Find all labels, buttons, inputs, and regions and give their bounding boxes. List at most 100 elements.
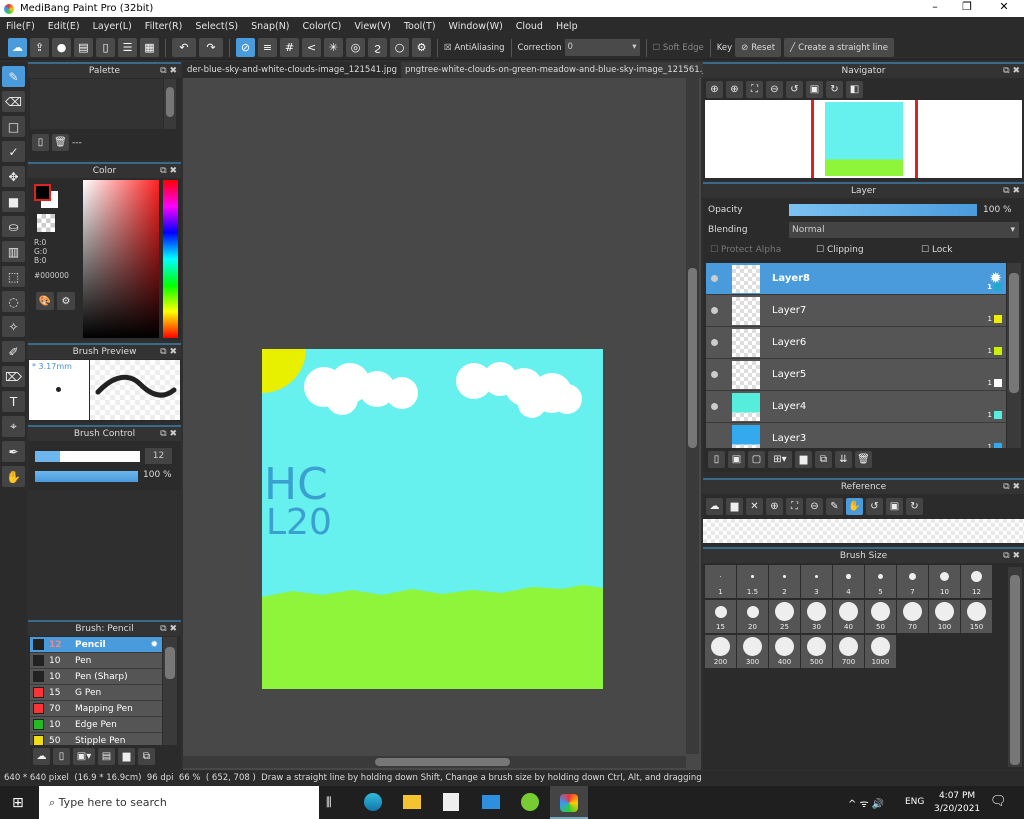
brush-size-option[interactable]: 3 (801, 565, 832, 598)
brush-size-option[interactable]: 300 (737, 635, 768, 668)
snap-settings-icon[interactable]: ⚙ (412, 38, 431, 57)
brush-size-option[interactable]: 1000 (865, 635, 896, 668)
app-green-icon[interactable] (521, 793, 539, 811)
hand-icon[interactable]: ✋ (846, 498, 863, 515)
curve-snap-icon[interactable]: ϩ (368, 38, 387, 57)
menu-item[interactable]: Layer(L) (93, 21, 132, 32)
menu-item[interactable]: View(V) (354, 21, 390, 32)
blending-select[interactable]: Normal ▾ (789, 222, 1019, 238)
brush-size-option[interactable]: 30 (801, 600, 832, 633)
add-layer-menu-icon[interactable]: ⊞▾ (768, 451, 792, 468)
eyedropper-icon[interactable]: ✎ (826, 498, 843, 515)
share-icon[interactable]: ⇪ (30, 38, 49, 57)
palette-scrollbar[interactable] (164, 79, 176, 129)
brush-size-scrollbar[interactable] (1008, 567, 1022, 767)
navigator-preview[interactable] (705, 100, 1022, 178)
visibility-icon[interactable] (711, 307, 718, 314)
notifications-icon[interactable]: 🗨 (990, 794, 1007, 809)
menu-item[interactable]: Select(S) (195, 21, 238, 32)
grid-icon[interactable]: ▦ (140, 38, 159, 57)
layer-folder-icon[interactable]: ▆ (795, 451, 812, 468)
new-layer-icon[interactable]: ▯ (708, 451, 725, 468)
panel-close-icon[interactable]: ⧉ ✖ (160, 622, 177, 636)
transparent-color-swatch[interactable] (37, 214, 55, 232)
new-8bit-layer-icon[interactable]: ▣ (728, 451, 745, 468)
cloud-brush-icon[interactable]: ☁ (33, 748, 50, 765)
brush-item[interactable]: 15 G Pen (30, 685, 162, 701)
brush-size-option[interactable]: 15 (705, 600, 736, 633)
ellipse-snap-icon[interactable]: ○ (390, 38, 409, 57)
menu-item[interactable]: Tool(T) (404, 21, 436, 32)
cross-snap-icon[interactable]: # (280, 38, 299, 57)
panel-close-icon[interactable]: ⧉ ✖ (1003, 480, 1020, 494)
panel-close-icon[interactable]: ⧉ ✖ (1003, 64, 1020, 78)
system-tray-icons[interactable]: ^ ᯤ 🔊 (848, 796, 884, 810)
antialiasing-checkbox[interactable]: ☒ AntiAliasing (444, 43, 505, 53)
language-indicator[interactable]: ENG (905, 797, 924, 807)
brush-size-slider[interactable] (35, 451, 140, 462)
rectangle-icon[interactable]: □ (2, 116, 25, 137)
windows-start-icon[interactable]: ⊞ (12, 795, 24, 811)
brush-size-option[interactable]: 200 (705, 635, 736, 668)
zoom-icon[interactable]: ⊕ (706, 81, 723, 98)
new-1bit-layer-icon[interactable]: ▢ (748, 451, 765, 468)
pen-icon[interactable]: ✎ (2, 66, 25, 87)
zoom-in-icon[interactable]: ⊕ (726, 81, 743, 98)
duplicate-brush-icon[interactable]: ⧉ (138, 748, 155, 765)
divide-icon[interactable]: ⌖ (2, 416, 25, 437)
brush-item[interactable]: 12 Pencil ✹ (30, 637, 162, 653)
vanishing-point-icon[interactable]: < (302, 38, 321, 57)
brush-list-scrollbar[interactable] (163, 637, 177, 745)
message-icon[interactable]: ▤ (74, 38, 93, 57)
brush-size-option[interactable]: 50 (865, 600, 896, 633)
layer-item[interactable]: Layer4 1 (706, 391, 1006, 423)
list-icon[interactable]: ☰ (118, 38, 137, 57)
rotate-right-icon[interactable]: ↻ (906, 498, 923, 515)
reset-rotation-icon[interactable]: ▣ (886, 498, 903, 515)
close-button[interactable]: ✕ (987, 0, 1021, 13)
brush-size-option[interactable]: 1.5 (737, 565, 768, 598)
panel-close-icon[interactable]: ⧉ ✖ (160, 427, 177, 441)
visibility-icon[interactable] (711, 339, 718, 346)
canvas-vertical-scrollbar[interactable] (686, 78, 699, 754)
brush-item[interactable]: 10 Pen (30, 653, 162, 669)
canvas-horizontal-scrollbar[interactable] (183, 756, 686, 768)
brush-size-option[interactable]: 25 (769, 600, 800, 633)
comment-icon[interactable]: ● (52, 38, 71, 57)
zoom-in-icon[interactable]: ⊕ (766, 498, 783, 515)
brush-folder-icon[interactable]: ▆ (118, 748, 135, 765)
mail-icon[interactable] (482, 795, 500, 809)
radial-snap-icon[interactable]: ✳ (324, 38, 343, 57)
create-straight-line-button[interactable]: ╱ Create a straight line (784, 38, 894, 57)
panel-close-icon[interactable]: ⧉ ✖ (160, 64, 177, 78)
layer-item[interactable]: Layer5 1 (706, 359, 1006, 391)
file-explorer-icon[interactable] (403, 795, 421, 809)
bucket-icon[interactable]: ⛀ (2, 216, 25, 237)
protect-alpha-checkbox[interactable]: ☐ Protect Alpha (710, 245, 781, 255)
add-brush-menu-icon[interactable]: ▣▾ (73, 748, 95, 765)
select-pen-icon[interactable]: ✐ (2, 341, 25, 362)
brush-opacity-slider[interactable] (35, 471, 138, 482)
store-icon[interactable] (443, 793, 459, 811)
visibility-icon[interactable] (711, 403, 718, 410)
brush-size-option[interactable]: 150 (961, 600, 992, 633)
clock[interactable]: 4:07 PM 3/20/2021 (934, 790, 980, 816)
text-icon[interactable]: T (2, 391, 25, 412)
cloud-reference-icon[interactable]: ☁ (706, 498, 723, 515)
rotate-left-icon[interactable]: ↺ (866, 498, 883, 515)
duplicate-layer-icon[interactable]: ⧉ (815, 451, 832, 468)
minimize-button[interactable]: – (918, 0, 952, 13)
eyedropper-icon[interactable]: ✒ (2, 441, 25, 462)
fill-rect-icon[interactable]: ■ (2, 191, 25, 212)
palette-icon[interactable]: 🎨 (36, 292, 54, 310)
visibility-icon[interactable] (711, 371, 718, 378)
visibility-icon[interactable] (711, 275, 718, 282)
gradient-icon[interactable]: ▥ (2, 241, 25, 262)
layer-scrollbar[interactable] (1007, 263, 1021, 448)
maximize-button[interactable]: ❐ (950, 0, 984, 13)
add-brush-icon[interactable]: ▯ (53, 748, 70, 765)
menu-item[interactable]: Cloud (516, 21, 543, 32)
brush-settings-icon[interactable]: ▤ (98, 748, 115, 765)
brush-size-option[interactable]: 7 (897, 565, 928, 598)
panel-close-icon[interactable]: ⧉ ✖ (1003, 549, 1020, 563)
